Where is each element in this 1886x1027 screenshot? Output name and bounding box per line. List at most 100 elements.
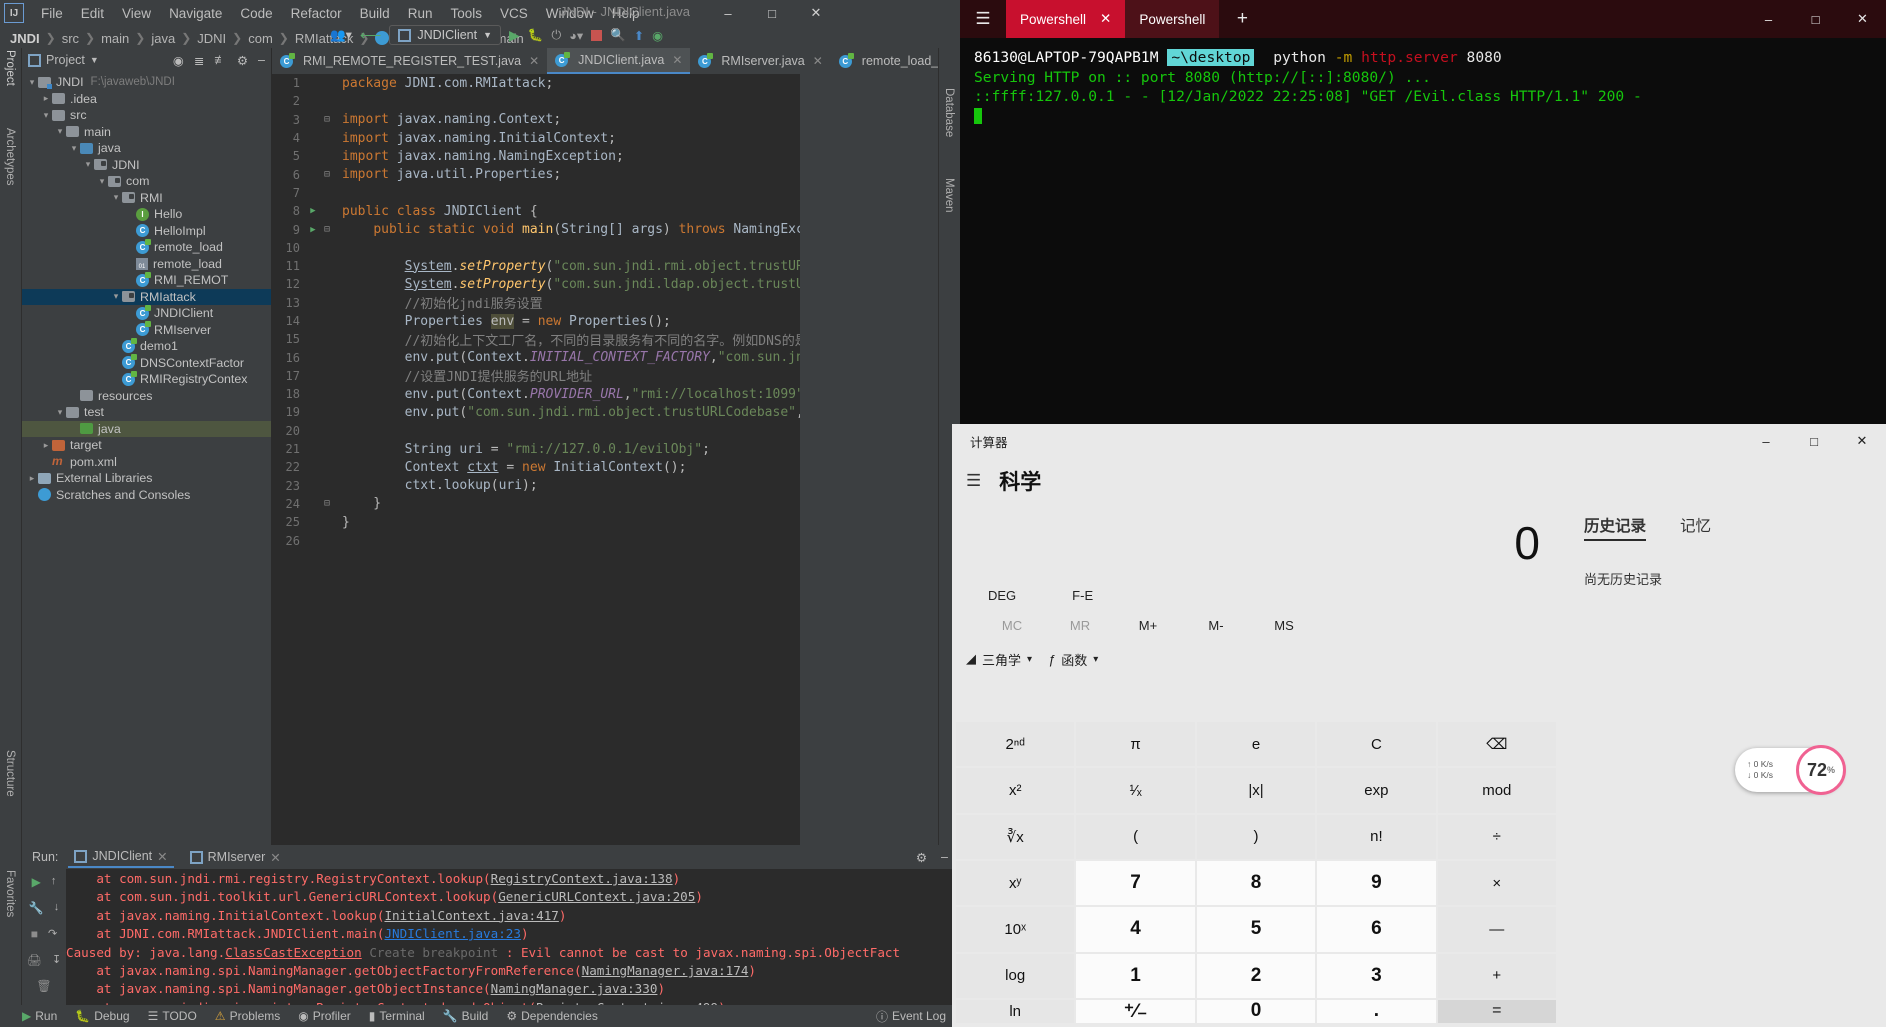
status-terminal[interactable]: ▮ Terminal (369, 1009, 425, 1023)
tree-item-jdni[interactable]: ▾ JDNI (22, 157, 271, 174)
calc-key-10[interactable]: 10ˣ (956, 907, 1075, 952)
editor-tab-jndiclient-java[interactable]: C JNDIClient.java ✕ (547, 48, 691, 74)
calc-key-[interactable]: . (1317, 999, 1436, 1023)
close-button[interactable]: ✕ (1839, 0, 1886, 38)
strip-archetypes[interactable]: Archetypes (4, 128, 16, 186)
function-menu[interactable]: ƒ 函数 ▾ (1048, 650, 1098, 669)
menu-run[interactable]: Run (399, 3, 442, 24)
fold-icon[interactable]: ⊟ (320, 169, 334, 180)
strip-database[interactable]: Database (943, 88, 955, 137)
run-button[interactable]: ▶ (509, 27, 520, 44)
chevron-right-icon[interactable]: ▸ (40, 440, 52, 451)
close-icon[interactable]: ✕ (157, 849, 167, 864)
profiler-button[interactable]: ◕▾ (569, 28, 583, 43)
menu-view[interactable]: View (113, 3, 160, 24)
tree-item-rmi[interactable]: ▾ RMI (22, 190, 271, 207)
tree-item-rmiserver[interactable]: C RMIserver (22, 321, 271, 339)
status-dependencies[interactable]: ⚙ Dependencies (506, 1009, 598, 1023)
breadcrumb-src[interactable]: src (62, 31, 79, 46)
calc-key-[interactable]: ( (1076, 814, 1195, 859)
status-build[interactable]: 🔧 Build (443, 1009, 489, 1023)
strip-structure[interactable]: Structure (4, 750, 16, 797)
tree-item-target[interactable]: ▸ target (22, 437, 271, 454)
expand-all-icon[interactable]: ≣ (194, 53, 204, 68)
status-todo[interactable]: ☰ TODO (148, 1009, 197, 1023)
tree-item-jndiclient[interactable]: C JNDIClient (22, 304, 271, 322)
menu-build[interactable]: Build (351, 3, 399, 24)
calc-key-[interactable]: ¹⁄ₓ (1076, 768, 1195, 813)
memory-recall-button[interactable]: MR (1046, 618, 1114, 633)
tree-item-rmiattack[interactable]: ▾ RMIattack (22, 288, 271, 305)
close-icon[interactable]: ✕ (672, 53, 682, 67)
calc-key-x[interactable]: x² (956, 768, 1075, 813)
fe-toggle-button[interactable]: F-E (1072, 588, 1093, 603)
tree-item-rmi-remot[interactable]: C RMI_REMOT (22, 271, 271, 289)
update-project-icon[interactable]: ⬆ (634, 28, 644, 43)
tree-item-main[interactable]: ▾ main (22, 124, 271, 141)
cpu-usage-gauge[interactable]: 72% (1796, 745, 1846, 795)
powershell-output[interactable]: 86130@LAPTOP-79QAPB1M ~\desktop python -… (960, 38, 1886, 126)
vcs-users-icon[interactable]: 👥▾ (330, 27, 352, 43)
memory-add-button[interactable]: M+ (1114, 618, 1182, 633)
tree-item-remote-load[interactable]: 01 remote_load (22, 256, 271, 273)
calc-key-3[interactable]: 3 (1317, 953, 1436, 998)
editor-tab-rmiserver-java[interactable]: C RMIserver.java ✕ (690, 48, 830, 74)
breadcrumb-jdni[interactable]: JDNI (197, 31, 226, 46)
down-stack-button[interactable]: ↓ (54, 901, 60, 915)
editor-tab-bar[interactable]: C RMI_REMOTE_REGISTER_TEST.java ✕ C JNDIClie… (272, 48, 969, 74)
strip-maven[interactable]: Maven (943, 178, 955, 213)
hamburger-icon[interactable]: ☰ (960, 9, 1006, 29)
memory-subtract-button[interactable]: M- (1182, 618, 1250, 633)
chevron-down-icon[interactable]: ▾ (54, 126, 66, 137)
up-stack-button[interactable]: ↑ (51, 875, 57, 889)
calc-key-[interactable]: × (1437, 860, 1556, 906)
calc-key-2[interactable]: 2 (1196, 953, 1316, 998)
close-icon[interactable]: ✕ (1100, 11, 1111, 27)
fold-icon[interactable]: ⊟ (320, 114, 334, 125)
ide-maximize-button[interactable]: □ (750, 0, 794, 27)
chevron-down-icon[interactable]: ▾ (82, 159, 94, 170)
calc-key-4[interactable]: 4 (1076, 907, 1195, 952)
hamburger-icon[interactable]: ☰ (966, 471, 981, 491)
calc-key-ln[interactable]: ln (956, 999, 1075, 1023)
calc-key-[interactable]: ) (1196, 814, 1316, 859)
breadcrumb-project[interactable]: JNDI (10, 31, 40, 46)
search-icon[interactable]: 🔍 (610, 28, 626, 43)
memory-clear-button[interactable]: MC (978, 618, 1046, 633)
calc-key-7[interactable]: 7 (1076, 860, 1195, 906)
close-icon[interactable]: ✕ (529, 54, 539, 68)
stop-button[interactable]: ■ (31, 927, 38, 941)
tab-memory[interactable]: 记忆 (1680, 514, 1711, 541)
locate-icon[interactable]: ◉ (173, 53, 184, 68)
calc-key-[interactable]: ÷ (1437, 814, 1556, 859)
chevron-down-icon[interactable]: ▾ (96, 176, 108, 187)
network-speed-widget[interactable]: ↑ 0 K/s ↓ 0 K/s 72% (1735, 745, 1846, 795)
back-arrow-icon[interactable]: ⟵ (360, 26, 382, 44)
calc-key-x[interactable]: xʸ (956, 860, 1075, 906)
status-debug[interactable]: 🐛 Debug (75, 1009, 129, 1023)
menu-tools[interactable]: Tools (441, 3, 491, 24)
tree-item-helloimpl[interactable]: C HelloImpl (22, 223, 271, 240)
status-profiler[interactable]: ◉ Profiler (298, 1009, 351, 1023)
menu-vcs[interactable]: VCS (491, 3, 537, 24)
chevron-down-icon[interactable]: ▾ (40, 110, 52, 121)
stop-button[interactable] (591, 29, 603, 41)
calc-key-2[interactable]: 2ⁿᵈ (956, 722, 1075, 767)
tree-item-dnscontextfactor[interactable]: C DNSContextFactor (22, 354, 271, 372)
calc-key-5[interactable]: 5 (1196, 907, 1316, 952)
tree-item-remote-load[interactable]: Cremote_load (22, 238, 271, 256)
ide-minimize-button[interactable]: – (706, 0, 750, 27)
editor-tab-rmi-remote-register-test-java[interactable]: C RMI_REMOTE_REGISTER_TEST.java ✕ (272, 48, 547, 74)
run-with-coverage-button[interactable]: ⏻ (551, 28, 561, 43)
angle-mode-button[interactable]: DEG (988, 588, 1016, 603)
strip-favorites[interactable]: Favorites (4, 870, 16, 917)
maximize-button[interactable]: □ (1792, 0, 1839, 38)
chevron-down-icon[interactable]: ▼ (90, 55, 99, 65)
tree-item--idea[interactable]: ▸ .idea (22, 91, 271, 108)
trigonometry-menu[interactable]: ◢ 三角学 ▾ (966, 650, 1032, 669)
tree-item-hello[interactable]: I Hello (22, 206, 271, 223)
debug-button[interactable]: 🐛 (528, 28, 544, 43)
calc-key-mod[interactable]: mod (1437, 768, 1556, 813)
settings-gear-icon[interactable]: ⚙ (916, 850, 927, 865)
status-run[interactable]: ▶ Run (22, 1009, 57, 1023)
